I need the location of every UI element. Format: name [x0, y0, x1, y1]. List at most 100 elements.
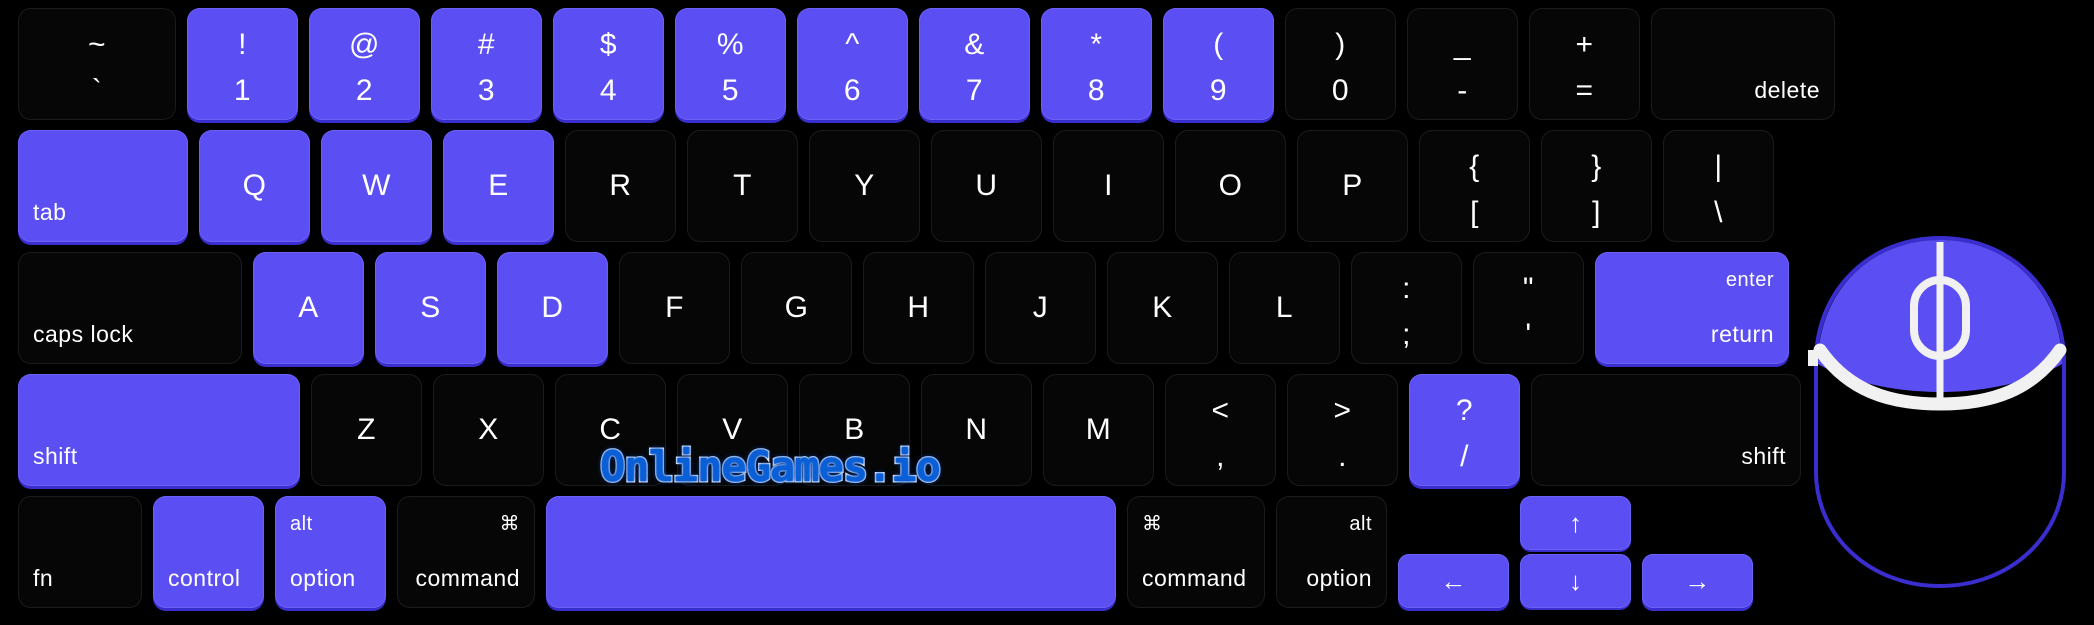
key-glyph-key-c: C — [599, 413, 622, 446]
key-glyph-upper-digit-2: @ — [349, 28, 380, 61]
key-key-k[interactable]: K — [1107, 252, 1218, 364]
key-key-g[interactable]: G — [741, 252, 852, 364]
key-glyph-key-o: O — [1218, 169, 1243, 202]
key-fn[interactable]: fn — [18, 496, 142, 608]
key-glyph-lower-minus: - — [1457, 74, 1468, 107]
key-glyph-key-t: T — [733, 169, 752, 202]
key-arrow-right[interactable]: → — [1642, 554, 1753, 608]
key-glyph-upper-digit-0: ) — [1335, 28, 1346, 61]
key-glyph-upper-minus: _ — [1453, 28, 1472, 61]
key-arrow-left[interactable]: ← — [1398, 554, 1509, 608]
key-key-o[interactable]: O — [1175, 130, 1286, 242]
key-glyph-key-h: H — [907, 291, 930, 324]
key-label-return: return — [1710, 321, 1774, 347]
key-option-left[interactable]: option alt — [275, 496, 386, 608]
key-glyph-arrow-left: ← — [1440, 566, 1467, 596]
key-option-right[interactable]: option alt — [1276, 496, 1387, 608]
key-key-p[interactable]: P — [1297, 130, 1408, 242]
key-key-q[interactable]: Q — [199, 130, 310, 242]
key-equals[interactable]: + = — [1529, 8, 1640, 120]
key-key-a[interactable]: A — [253, 252, 364, 364]
keyboard-row-number: ~ `! 1 @2 #3 $4% 5 ^ 6 & 7 * 8(9) 0 _ - + = delete — [18, 8, 1846, 120]
key-key-t[interactable]: T — [687, 130, 798, 242]
key-digit-7[interactable]: & 7 — [919, 8, 1030, 120]
key-delete[interactable]: delete — [1651, 8, 1835, 120]
key-key-u[interactable]: U — [931, 130, 1042, 242]
key-glyph-key-e: E — [488, 169, 509, 202]
key-label-shift-left: shift — [33, 443, 78, 469]
key-key-r[interactable]: R — [565, 130, 676, 242]
key-digit-4[interactable]: $4 — [553, 8, 664, 120]
arrow-up-key[interactable]: ↑ — [1520, 496, 1631, 550]
key-key-e[interactable]: E — [443, 130, 554, 242]
key-bracket-left[interactable]: {[ — [1419, 130, 1530, 242]
key-glyph-key-f: F — [665, 291, 684, 324]
key-quote[interactable]: " ' — [1473, 252, 1584, 364]
key-glyph-lower-digit-6: 6 — [843, 74, 862, 107]
key-semicolon[interactable]: :; — [1351, 252, 1462, 364]
arrow-down-icon: ↓ — [1569, 566, 1582, 596]
key-command-right[interactable]: command ⌘ — [1127, 496, 1265, 608]
key-tab[interactable]: tab — [18, 130, 188, 242]
key-shift-right[interactable]: shift — [1531, 374, 1801, 486]
key-key-y[interactable]: Y — [809, 130, 920, 242]
key-key-w[interactable]: W — [321, 130, 432, 242]
key-command-left[interactable]: command ⌘ — [397, 496, 535, 608]
mouse-diagram — [1808, 232, 2072, 592]
key-backslash[interactable]: | \ — [1663, 130, 1774, 242]
key-digit-6[interactable]: ^ 6 — [797, 8, 908, 120]
key-key-d[interactable]: D — [497, 252, 608, 364]
key-key-z[interactable]: Z — [311, 374, 422, 486]
key-glyph-upper-digit-6: ^ — [845, 28, 860, 61]
key-key-m[interactable]: M — [1043, 374, 1154, 486]
key-glyph-lower-digit-1: 1 — [233, 74, 252, 107]
key-label-command-left: command — [415, 565, 520, 591]
key-digit-0[interactable]: ) 0 — [1285, 8, 1396, 120]
key-glyph-upper-semicolon: : — [1402, 272, 1411, 305]
key-glyph-key-w: W — [362, 169, 391, 202]
key-glyph-key-k: K — [1152, 291, 1173, 324]
key-digit-3[interactable]: #3 — [431, 8, 542, 120]
mouse-side-nub — [1808, 350, 1818, 366]
key-slash[interactable]: ? / — [1409, 374, 1520, 486]
key-key-x[interactable]: X — [433, 374, 544, 486]
key-shift-left[interactable]: shift — [18, 374, 300, 486]
key-glyph-key-u: U — [975, 169, 998, 202]
key-glyph-upper-comma: < — [1211, 394, 1230, 427]
key-glyph-key-d: D — [541, 291, 564, 324]
key-key-f[interactable]: F — [619, 252, 730, 364]
key-minus[interactable]: _ - — [1407, 8, 1518, 120]
key-control-left[interactable]: control — [153, 496, 264, 608]
key-space[interactable] — [546, 496, 1116, 608]
key-label-alt-return: enter — [1725, 269, 1774, 291]
key-comma[interactable]: <, — [1165, 374, 1276, 486]
key-key-h[interactable]: H — [863, 252, 974, 364]
key-key-l[interactable]: L — [1229, 252, 1340, 364]
key-period[interactable]: >. — [1287, 374, 1398, 486]
key-key-s[interactable]: S — [375, 252, 486, 364]
key-digit-8[interactable]: * 8 — [1041, 8, 1152, 120]
key-digit-9[interactable]: (9 — [1163, 8, 1274, 120]
key-glyph-lower-digit-7: 7 — [965, 74, 984, 107]
key-key-i[interactable]: I — [1053, 130, 1164, 242]
key-glyph-arrow-right: → — [1684, 566, 1711, 596]
key-label-control-left: control — [168, 565, 241, 591]
key-glyph-upper-digit-8: * — [1090, 28, 1103, 61]
key-glyph-key-p: P — [1342, 169, 1363, 202]
key-glyph-upper-digit-3: # — [477, 28, 496, 61]
key-bracket-right[interactable]: }] — [1541, 130, 1652, 242]
key-label-alt-option-right: alt — [1349, 513, 1372, 535]
key-label-tab: tab — [33, 199, 67, 225]
key-glyph-lower-digit-3: 3 — [477, 74, 496, 107]
key-label-delete: delete — [1754, 77, 1820, 103]
key-digit-5[interactable]: % 5 — [675, 8, 786, 120]
key-digit-1[interactable]: ! 1 — [187, 8, 298, 120]
arrow-down-key[interactable]: ↓ — [1520, 554, 1631, 608]
key-return[interactable]: return enter — [1595, 252, 1789, 364]
key-key-j[interactable]: J — [985, 252, 1096, 364]
key-glyph-key-r: R — [609, 169, 632, 202]
key-backtick[interactable]: ~ ` — [18, 8, 176, 120]
key-caps-lock[interactable]: caps lock — [18, 252, 242, 364]
key-digit-2[interactable]: @2 — [309, 8, 420, 120]
key-glyph-key-i: I — [1104, 169, 1113, 202]
